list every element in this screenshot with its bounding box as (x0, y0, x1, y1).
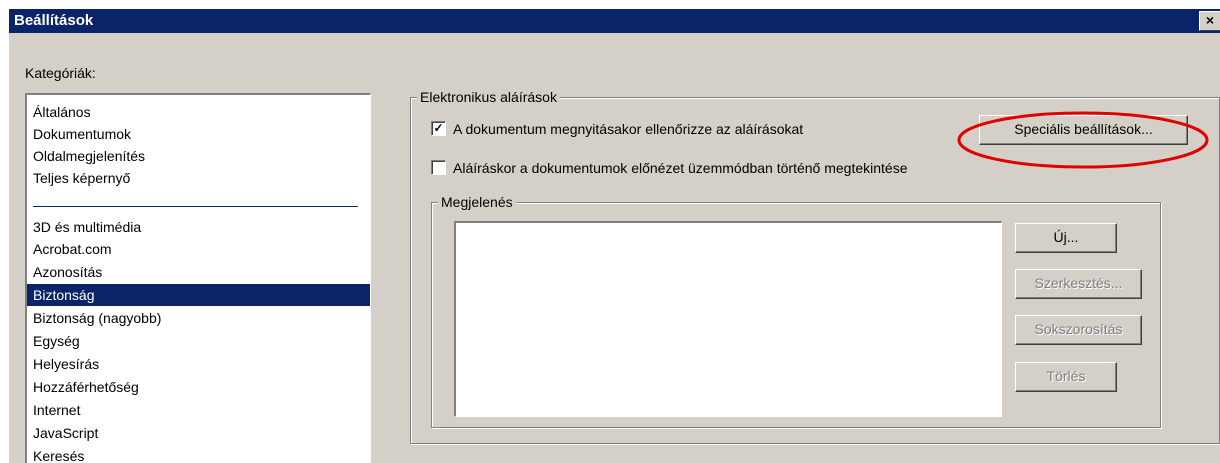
category-item-3d-multimedia[interactable]: 3D és multimédia (27, 216, 370, 238)
preview-mode-label: Aláíráskor a dokumentumok előnézet üzemm… (453, 160, 908, 176)
category-item-acrobat-com[interactable]: Acrobat.com (27, 238, 370, 260)
category-item-documents[interactable]: Dokumentumok (27, 123, 370, 145)
verify-on-open-checkbox[interactable]: ✓ (431, 121, 446, 136)
appearance-list[interactable] (454, 221, 1002, 417)
dialog-title: Beállítások (14, 12, 94, 29)
category-item-page-display[interactable]: Oldalmegjelenítés (27, 145, 370, 167)
edit-button[interactable]: Szerkesztés... (1015, 269, 1142, 299)
category-item-identity[interactable]: Azonosítás (27, 261, 370, 283)
categories-label: Kategóriák: (25, 65, 96, 81)
categories-list[interactable]: Általános Dokumentumok Oldalmegjelenítés… (25, 93, 371, 463)
preview-mode-checkbox[interactable] (431, 160, 446, 175)
settings-dialog: Beállítások × Kategóriák: Általános Doku… (8, 8, 1220, 463)
highlight-ellipse (957, 111, 1209, 169)
new-button[interactable]: Új... (1015, 223, 1117, 253)
category-item-units[interactable]: Egység (27, 330, 370, 352)
category-item-full-screen[interactable]: Teljes képernyő (27, 167, 370, 189)
category-item-general[interactable]: Általános (27, 101, 370, 123)
category-item-search[interactable]: Keresés (27, 445, 370, 463)
close-icon: × (1205, 12, 1215, 28)
category-item-javascript[interactable]: JavaScript (27, 422, 370, 444)
category-item-security-enhanced[interactable]: Biztonság (nagyobb) (27, 307, 370, 329)
category-item-security[interactable]: Biztonság (27, 284, 370, 306)
appearance-group-label: Megjelenés (438, 193, 516, 211)
category-item-accessibility[interactable]: Hozzáférhetőség (27, 376, 370, 398)
category-separator (33, 206, 358, 207)
check-icon: ✓ (433, 121, 444, 135)
signatures-group-label: Elektronikus aláírások (417, 88, 560, 106)
category-item-spelling[interactable]: Helyesírás (27, 353, 370, 375)
delete-button[interactable]: Törlés (1015, 362, 1117, 392)
title-bar: Beállítások × (9, 9, 1220, 33)
close-button[interactable]: × (1199, 11, 1220, 31)
category-item-internet[interactable]: Internet (27, 399, 370, 421)
duplicate-button[interactable]: Sokszorosítás (1015, 315, 1142, 345)
verify-on-open-label: A dokumentum megnyitásakor ellenőrizze a… (453, 121, 804, 137)
